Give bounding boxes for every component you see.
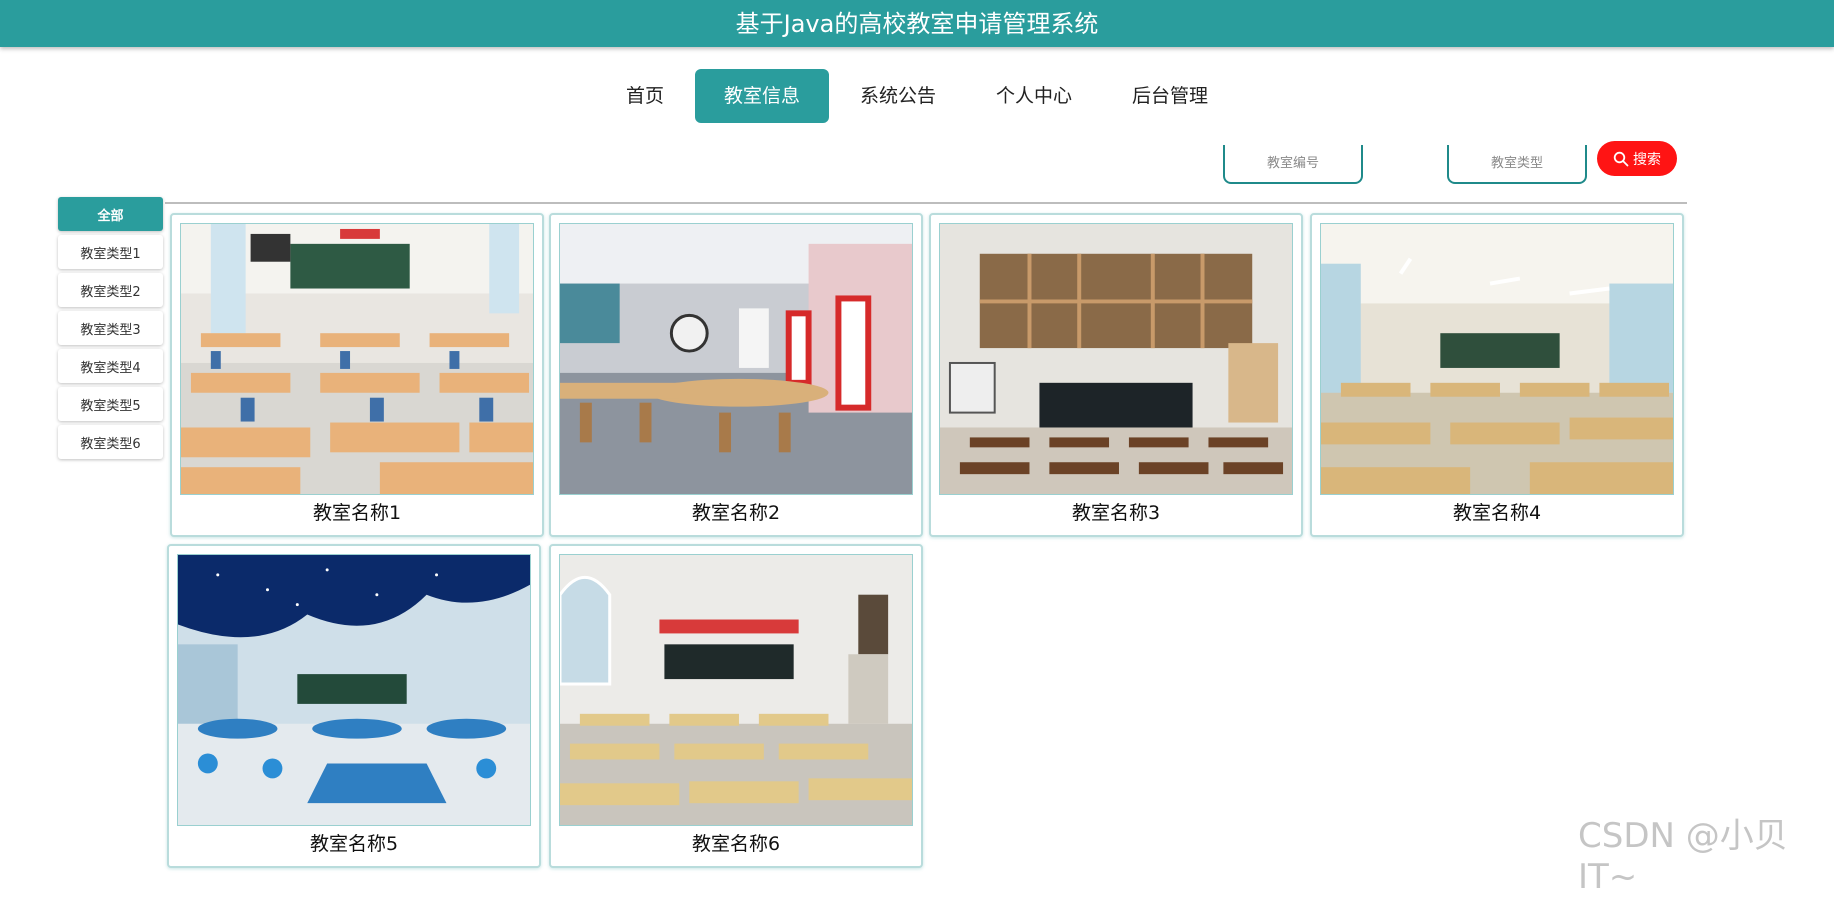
filter-type-4[interactable]: 教室类型4 bbox=[58, 349, 163, 383]
filter-all[interactable]: 全部 bbox=[58, 197, 163, 231]
classroom-photo bbox=[180, 223, 534, 495]
classroom-name: 教室名称3 bbox=[1071, 502, 1161, 524]
classroom-name: 教室名称1 bbox=[312, 502, 402, 524]
classroom-photo bbox=[939, 223, 1293, 495]
nav-home[interactable]: 首页 bbox=[597, 69, 693, 123]
nav-announcements[interactable]: 系统公告 bbox=[831, 69, 965, 123]
content-divider bbox=[165, 202, 1687, 204]
classroom-card[interactable]: 教室名称5 bbox=[167, 544, 541, 868]
classroom-photo bbox=[559, 554, 913, 826]
nav-personal-center[interactable]: 个人中心 bbox=[967, 69, 1101, 123]
classroom-name: 教室名称2 bbox=[691, 502, 781, 524]
classroom-name: 教室名称6 bbox=[691, 833, 781, 855]
classroom-card[interactable]: 教室名称4 bbox=[1310, 213, 1684, 537]
search-icon bbox=[1613, 151, 1629, 166]
nav-admin[interactable]: 后台管理 bbox=[1103, 69, 1237, 123]
filter-type-1[interactable]: 教室类型1 bbox=[58, 235, 163, 269]
classroom-card[interactable]: 教室名称3 bbox=[929, 213, 1303, 537]
page-title: 基于Java的高校教室申请管理系统 bbox=[735, 10, 1099, 38]
filter-type-6[interactable]: 教室类型6 bbox=[58, 425, 163, 459]
room-type-input[interactable] bbox=[1447, 145, 1587, 184]
watermark: CSDN @小贝IT~ bbox=[1578, 816, 1788, 897]
search-button-label: 搜索 bbox=[1633, 150, 1661, 167]
classroom-name: 教室名称5 bbox=[309, 833, 399, 855]
nav-classroom-info[interactable]: 教室信息 bbox=[694, 69, 829, 123]
classroom-photo bbox=[559, 223, 913, 495]
type-filter-sidebar: 全部 教室类型1 教室类型2 教室类型3 教室类型4 教室类型5 教室类型6 bbox=[58, 197, 163, 463]
classroom-name: 教室名称4 bbox=[1452, 502, 1542, 524]
room-number-input[interactable] bbox=[1223, 145, 1363, 184]
top-header-bar: 基于Java的高校教室申请管理系统 bbox=[0, 0, 1834, 47]
filter-type-2[interactable]: 教室类型2 bbox=[58, 273, 163, 307]
classroom-card[interactable]: 教室名称6 bbox=[549, 544, 923, 868]
classroom-card[interactable]: 教室名称2 bbox=[549, 213, 923, 537]
search-button[interactable]: 搜索 bbox=[1597, 141, 1677, 176]
classroom-card[interactable]: 教室名称1 bbox=[170, 213, 544, 537]
search-bar: 搜索 bbox=[0, 141, 1834, 185]
filter-type-5[interactable]: 教室类型5 bbox=[58, 387, 163, 421]
classroom-photo bbox=[1320, 223, 1674, 495]
main-nav: 首页 教室信息 系统公告 个人中心 后台管理 bbox=[0, 69, 1834, 123]
classroom-photo bbox=[177, 554, 531, 826]
filter-type-3[interactable]: 教室类型3 bbox=[58, 311, 163, 345]
